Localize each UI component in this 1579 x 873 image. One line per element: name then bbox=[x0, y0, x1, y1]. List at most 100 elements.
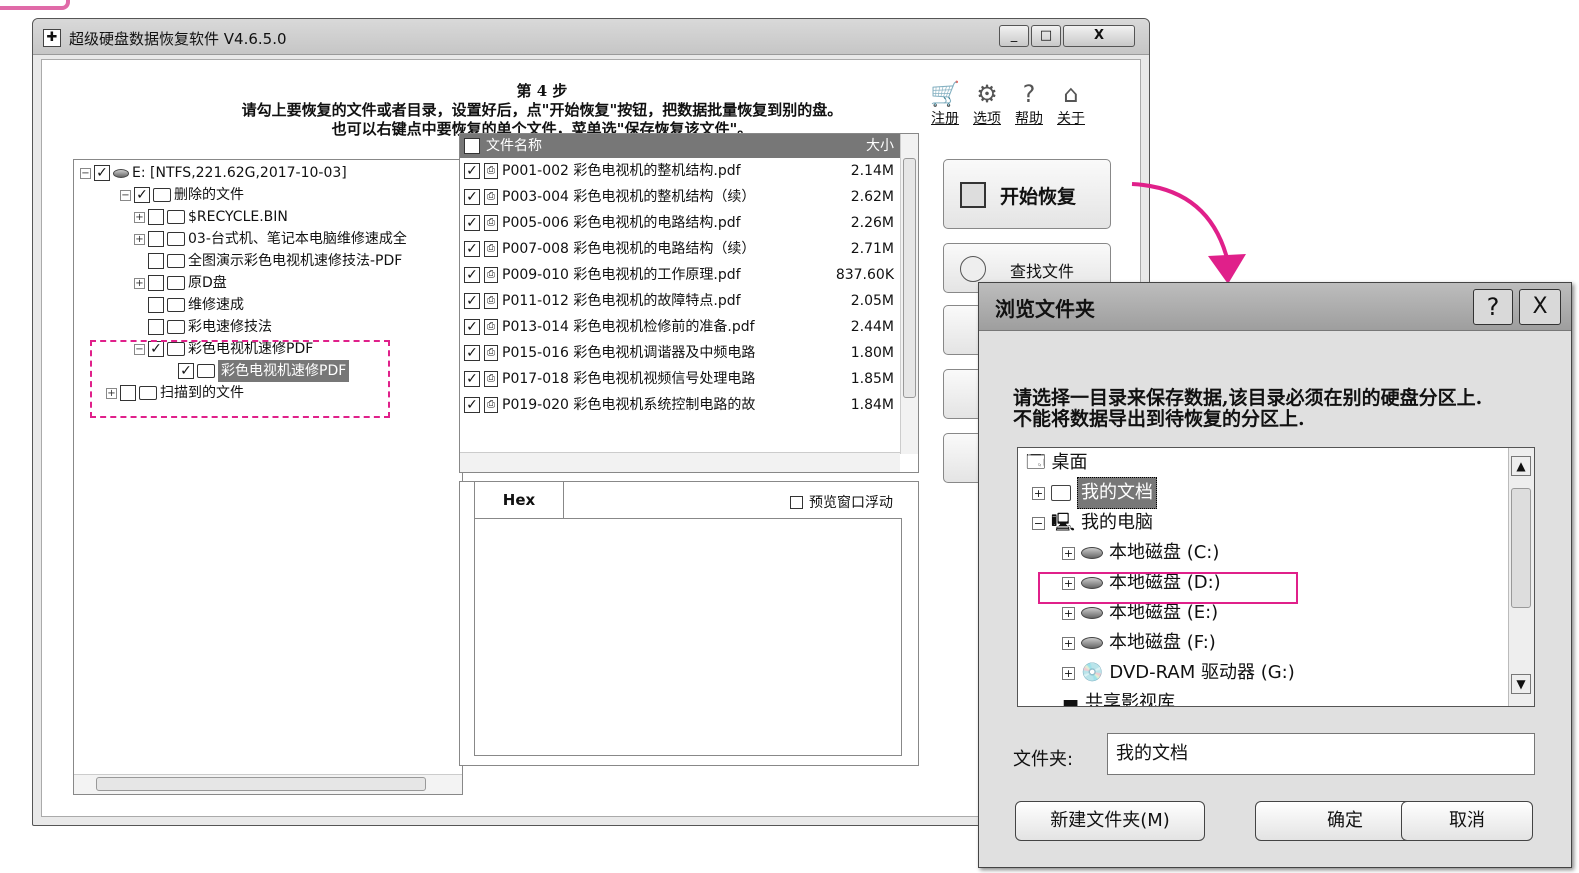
list-item[interactable]: ✓ ⎙ P017-018 彩色电视机视频信号处理电路 1.85M bbox=[460, 366, 900, 392]
vertical-scrollbar[interactable] bbox=[900, 134, 918, 454]
list-item[interactable]: ✓ ⎙ P005-006 彩色电视机的电路结构.pdf 2.26M bbox=[460, 210, 900, 236]
cancel-button[interactable]: 取消 bbox=[1401, 801, 1533, 841]
file-list[interactable]: ✓ 文件名称 大小 ✓ ⎙ P001-002 彩色电视机的整机结构.pdf 2.14M … bbox=[459, 133, 919, 473]
scroll-up-button[interactable]: ▲ bbox=[1511, 456, 1531, 476]
dialog-title-bar: 浏览文件夹 ? X bbox=[979, 283, 1571, 331]
dialog-title: 浏览文件夹 bbox=[995, 297, 1095, 321]
file-list-header: ✓ 文件名称 大小 bbox=[460, 134, 900, 158]
folder-input[interactable]: 我的文档 bbox=[1107, 733, 1535, 775]
list-item[interactable]: ✓ ⎙ P001-002 彩色电视机的整机结构.pdf 2.14M bbox=[460, 158, 900, 184]
tree-item-recycle[interactable]: + $RECYCLE.BIN bbox=[134, 206, 288, 228]
title-bar: ✚ 超级硬盘数据恢复软件 V4.6.5.0 _ □ X bbox=[33, 19, 1149, 55]
file-rows: ✓ ⎙ P001-002 彩色电视机的整机结构.pdf 2.14M ✓ ⎙ P003-00… bbox=[460, 158, 900, 448]
pdf-icon: ⎙ bbox=[484, 189, 498, 205]
instruction-line1: 请勾上要恢复的文件或者目录，设置好后，点"开始恢复"按钮，把数据批量恢复到别的盘… bbox=[241, 101, 843, 119]
tree-item-deleted[interactable]: − ✓ 删除的文件 bbox=[120, 184, 244, 206]
about-link[interactable]: ⌂ 关于 bbox=[1050, 80, 1092, 128]
pdf-icon: ⎙ bbox=[484, 319, 498, 335]
pdf-icon: ⎙ bbox=[484, 371, 498, 387]
folder-icon bbox=[167, 254, 185, 268]
tree-item-shared[interactable]: ▬ 共享影视库 bbox=[1062, 688, 1175, 707]
options-link[interactable]: ⚙ 选项 bbox=[966, 80, 1008, 128]
tree-item[interactable]: 彩电速修技法 bbox=[148, 316, 272, 338]
list-item[interactable]: ✓ ⎙ P009-010 彩色电视机的工作原理.pdf 837.60K bbox=[460, 262, 900, 288]
search-icon bbox=[960, 256, 986, 282]
folder-icon bbox=[1051, 485, 1071, 501]
float-window-option[interactable]: 预览窗口浮动 bbox=[790, 492, 893, 512]
pointer-arrow bbox=[1131, 182, 1246, 284]
horizontal-scrollbar[interactable] bbox=[74, 774, 462, 794]
help-link[interactable]: ? 帮助 bbox=[1008, 80, 1050, 128]
select-all-checkbox[interactable]: ✓ bbox=[464, 138, 480, 154]
scroll-thumb[interactable] bbox=[903, 158, 916, 398]
tree-item[interactable]: 维修速成 bbox=[148, 294, 244, 316]
tree-item-drive-g[interactable]: + 💿 DVD-RAM 驱动器 (G:) bbox=[1062, 658, 1295, 688]
hex-view bbox=[474, 518, 902, 756]
checkbox[interactable] bbox=[148, 209, 164, 225]
tab-hex[interactable]: Hex bbox=[474, 481, 564, 519]
folder-icon bbox=[167, 276, 185, 290]
checkbox[interactable] bbox=[148, 297, 164, 313]
minimize-button[interactable]: _ bbox=[999, 25, 1029, 47]
tree-item[interactable]: +03-台式机、笔记本电脑维修速成全 bbox=[134, 228, 407, 250]
close-button[interactable]: X bbox=[1519, 289, 1561, 325]
tree-item-desktop[interactable]: 🗔 桌面 bbox=[1026, 448, 1088, 478]
list-item[interactable]: ✓ ⎙ P003-004 彩色电视机的整机结构（续） 2.62M bbox=[460, 184, 900, 210]
scroll-thumb[interactable] bbox=[96, 777, 426, 791]
list-item[interactable]: ✓ ⎙ P019-020 彩色电视机系统控制电路的故 1.84M bbox=[460, 392, 900, 418]
list-item[interactable]: ✓ ⎙ P015-016 彩色电视机调谐器及中频电路 1.80M bbox=[460, 340, 900, 366]
checkbox[interactable] bbox=[148, 253, 164, 269]
dialog-message: 请选择一目录来保存数据,该目录必须在别的硬盘分区上. 不能将数据导出到待恢复的分… bbox=[1013, 387, 1483, 430]
window-title: 超级硬盘数据恢复软件 V4.6.5.0 bbox=[69, 30, 287, 48]
folder-icon bbox=[153, 188, 171, 202]
folder-tree[interactable]: − ✓ E: [NTFS,221.62G,2017-10-03] − ✓ 删除的文件 +… bbox=[73, 159, 463, 795]
drive-icon bbox=[1081, 607, 1103, 619]
checkbox[interactable]: ✓ bbox=[134, 187, 150, 203]
vertical-scrollbar[interactable]: ▲ ▼ bbox=[1508, 448, 1534, 706]
column-size[interactable]: 大小 bbox=[866, 134, 894, 158]
list-item[interactable]: ✓ ⎙ P011-012 彩色电视机的故障特点.pdf 2.05M bbox=[460, 288, 900, 314]
help-button[interactable]: ? bbox=[1473, 289, 1513, 325]
computer-icon: 🖳 bbox=[1051, 512, 1076, 533]
pdf-icon: ⎙ bbox=[484, 345, 498, 361]
tree-item-drive-c[interactable]: + 本地磁盘 (C:) bbox=[1062, 538, 1219, 568]
pdf-icon: ⎙ bbox=[484, 293, 498, 309]
tree-item[interactable]: + 原D盘 bbox=[134, 272, 227, 294]
close-button[interactable]: X bbox=[1063, 25, 1135, 47]
folder-icon bbox=[167, 210, 185, 224]
checkbox[interactable] bbox=[148, 231, 164, 247]
dvd-icon: 💿 bbox=[1081, 662, 1104, 683]
drive-icon bbox=[113, 168, 129, 178]
highlight-box bbox=[90, 340, 390, 418]
folder-label: 文件夹: bbox=[1013, 749, 1074, 770]
start-recover-button[interactable]: 开始恢复 bbox=[943, 159, 1111, 229]
maximize-button[interactable]: □ bbox=[1031, 25, 1061, 47]
tree-item-documents[interactable]: + 我的文档 bbox=[1032, 477, 1157, 509]
checkbox[interactable]: ✓ bbox=[94, 165, 110, 181]
column-name[interactable]: 文件名称 bbox=[486, 138, 542, 154]
folder-icon: ▬ bbox=[1062, 692, 1080, 707]
pdf-icon: ⎙ bbox=[484, 241, 498, 257]
folder-icon bbox=[167, 232, 185, 246]
highlight-box bbox=[1038, 572, 1298, 604]
pdf-icon: ⎙ bbox=[484, 397, 498, 413]
checkbox[interactable] bbox=[148, 275, 164, 291]
cart-icon: 🛒 bbox=[930, 80, 960, 108]
browse-folder-dialog: 浏览文件夹 ? X 请选择一目录来保存数据,该目录必须在别的硬盘分区上. 不能将… bbox=[978, 282, 1572, 868]
decorative-corner bbox=[0, 0, 70, 10]
new-folder-button[interactable]: 新建文件夹(M) bbox=[1015, 801, 1205, 841]
tree-item[interactable]: 全图演示彩色电视机速修技法-PDF bbox=[148, 250, 402, 272]
register-link[interactable]: 🛒 注册 bbox=[924, 80, 966, 128]
tree-item-drive-f[interactable]: + 本地磁盘 (F:) bbox=[1062, 628, 1216, 658]
list-item[interactable]: ✓ ⎙ P013-014 彩色电视机检修前的准备.pdf 2.44M bbox=[460, 314, 900, 340]
step-title: 第 4 步 bbox=[516, 82, 568, 100]
scroll-thumb[interactable] bbox=[1511, 488, 1531, 608]
tree-root[interactable]: − ✓ E: [NTFS,221.62G,2017-10-03] bbox=[80, 162, 347, 184]
horizontal-scrollbar[interactable] bbox=[460, 452, 900, 472]
checkbox[interactable] bbox=[790, 495, 803, 509]
list-item[interactable]: ✓ ⎙ P007-008 彩色电视机的电路结构（续） 2.71M bbox=[460, 236, 900, 262]
tree-item-my-computer[interactable]: − 🖳 我的电脑 bbox=[1032, 508, 1153, 538]
scroll-down-button[interactable]: ▼ bbox=[1511, 674, 1531, 694]
checkbox[interactable] bbox=[148, 319, 164, 335]
folder-tree[interactable]: 🗔 桌面 + 我的文档 − 🖳 我的电脑 + 本地磁盘 (C:) + 本地磁盘 (D:) +… bbox=[1017, 447, 1535, 707]
